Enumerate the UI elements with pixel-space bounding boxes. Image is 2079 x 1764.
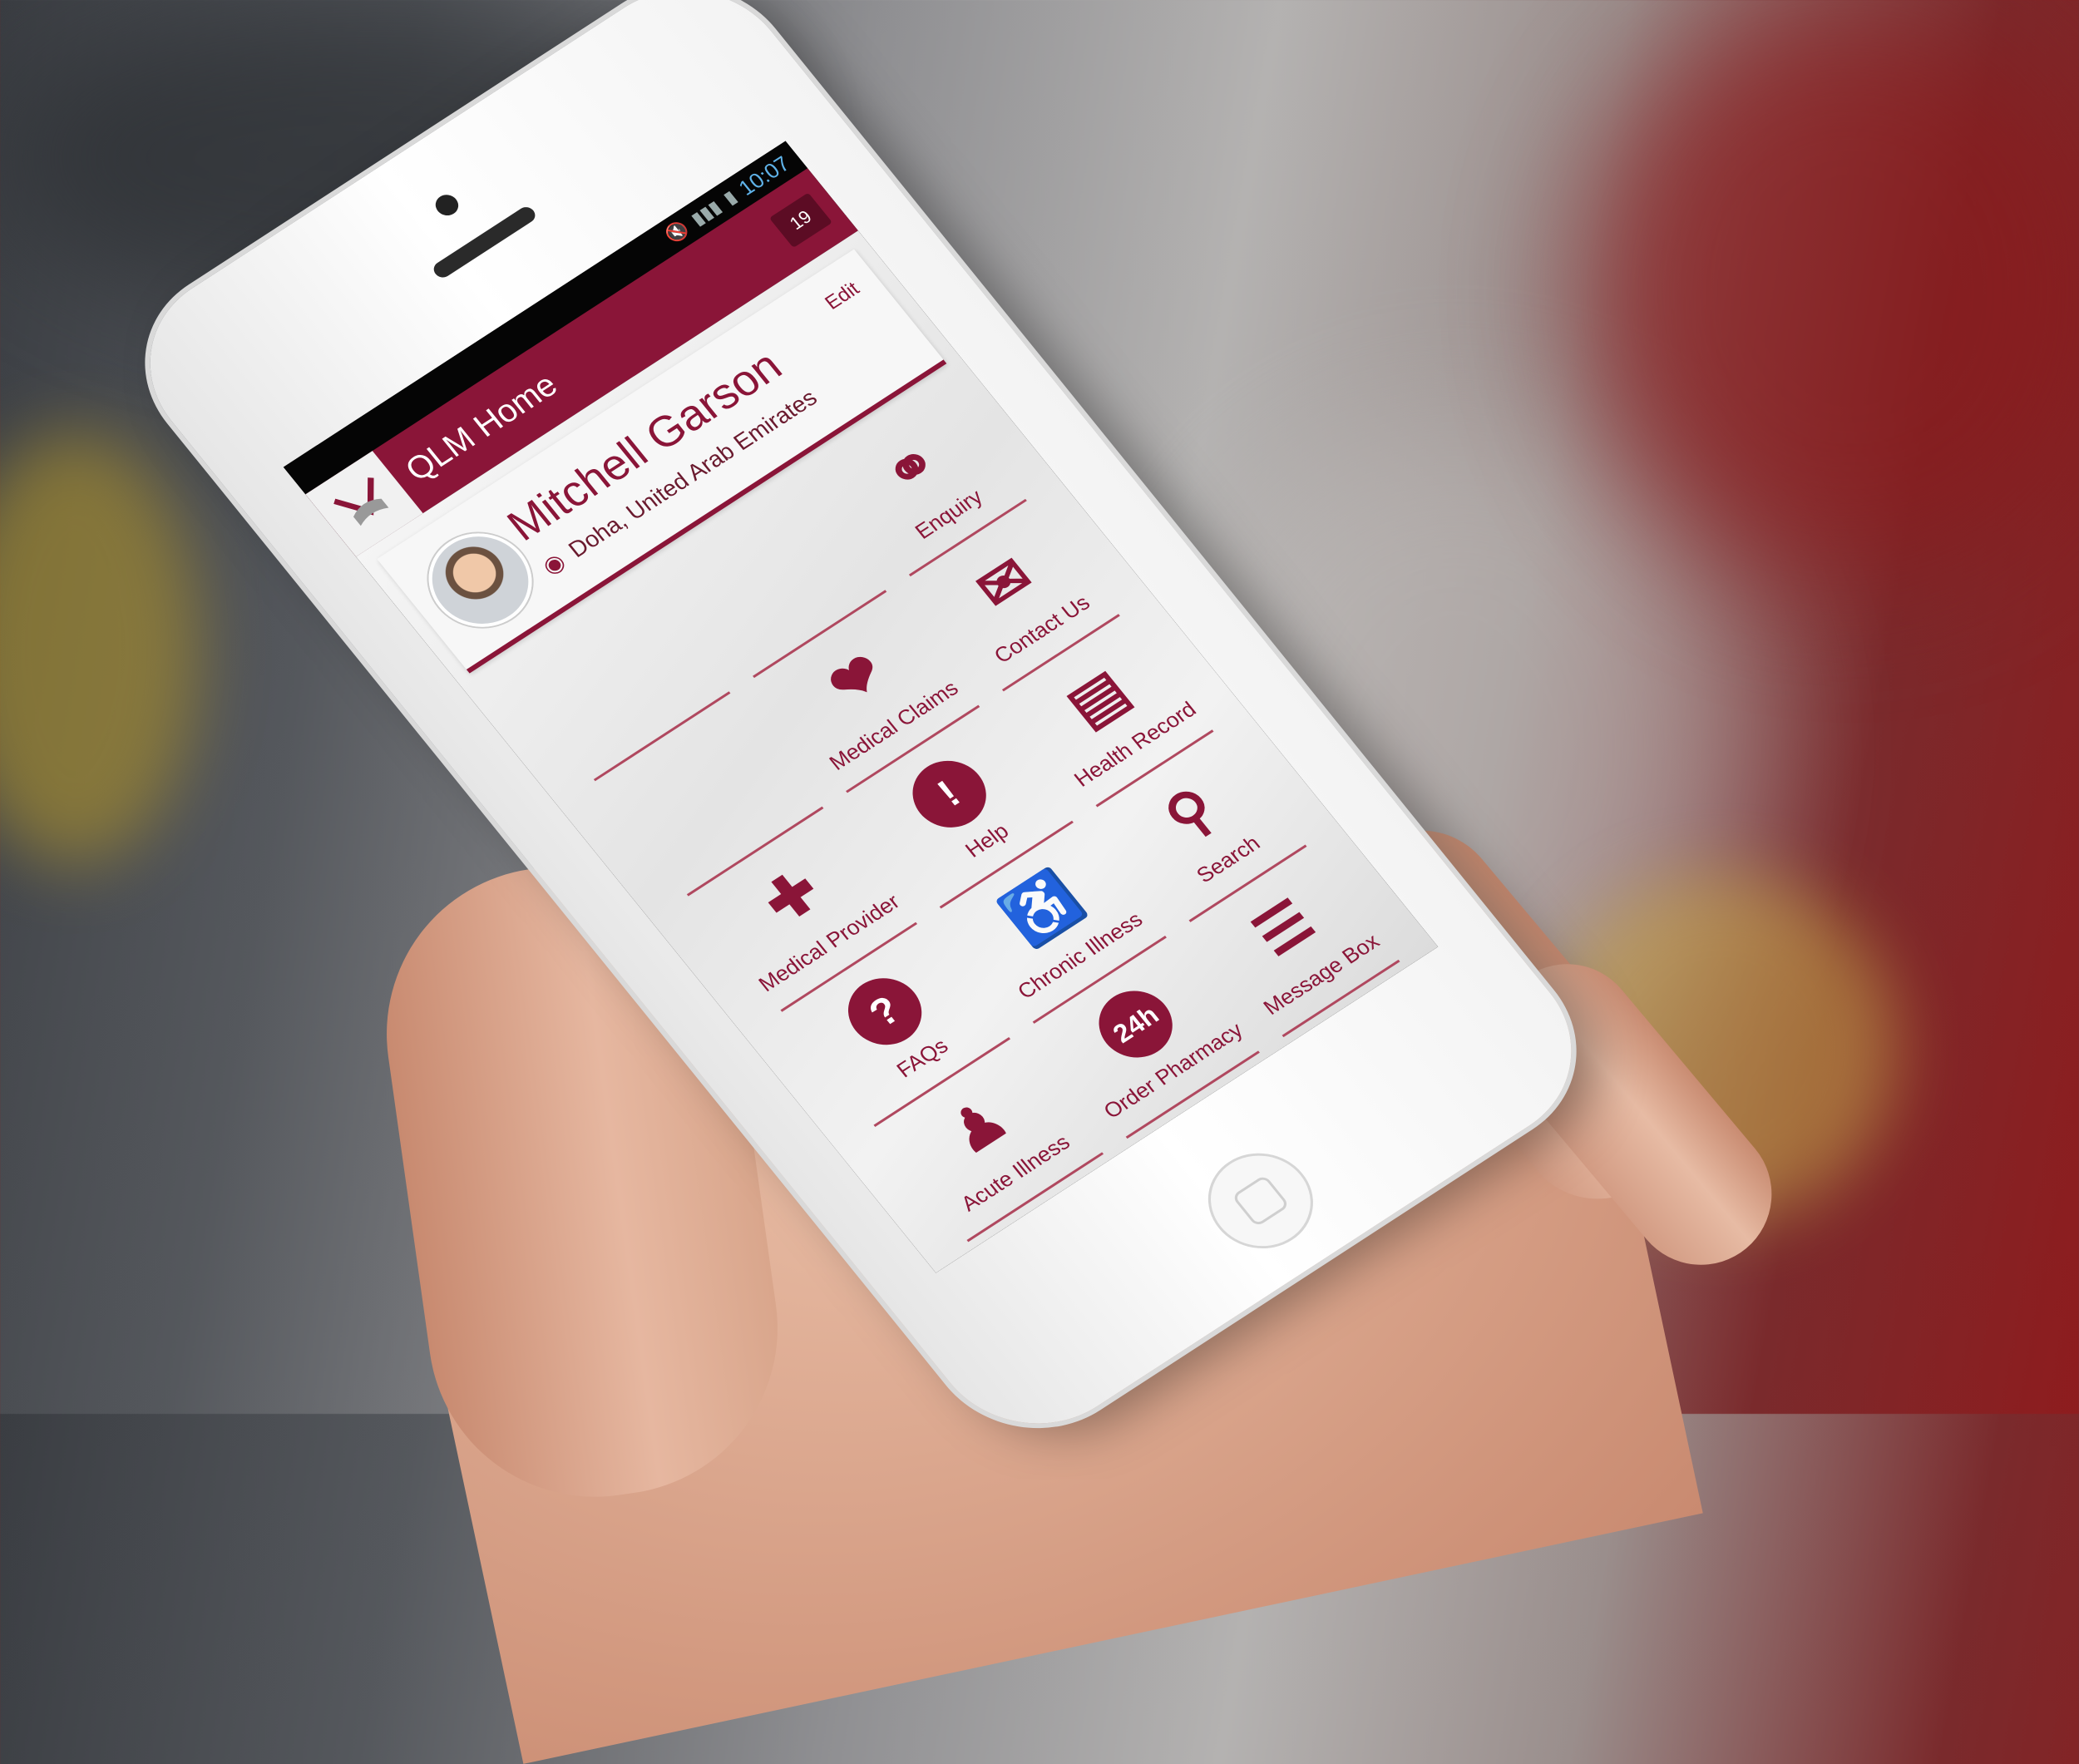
home-button[interactable] <box>1187 1134 1335 1267</box>
location-pin-icon: ◉ <box>536 548 570 580</box>
home-square-icon <box>1231 1174 1291 1228</box>
front-camera <box>431 190 463 220</box>
tile-label: Help <box>960 818 1014 862</box>
battery-icon: ▮ <box>719 186 741 209</box>
edit-profile-button[interactable]: Edit <box>821 278 864 314</box>
background-red-blur <box>1580 0 2079 582</box>
background-yellow-blur-left <box>0 432 200 865</box>
qlm-logo-icon <box>333 477 389 526</box>
mute-icon: 🔇 <box>660 217 694 246</box>
